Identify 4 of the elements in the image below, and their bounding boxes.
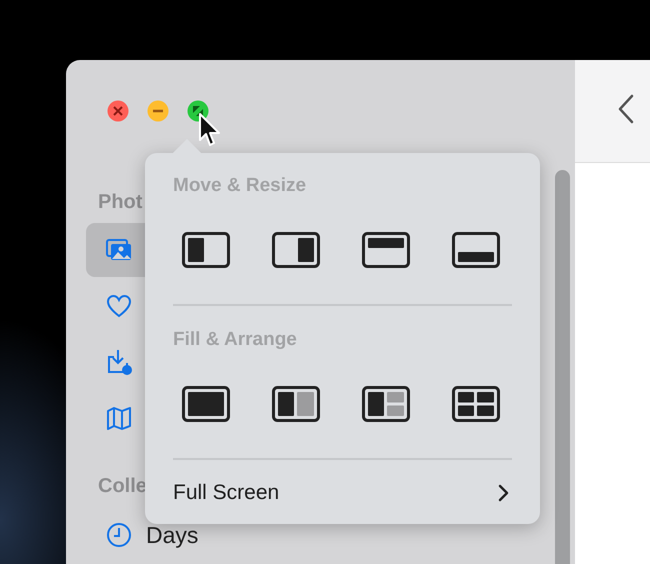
- section-heading: Move & Resize: [173, 175, 308, 197]
- section-heading: Fill & Arrange: [173, 329, 298, 351]
- sidebar-section-title: Colle: [98, 475, 147, 497]
- sidebar-section-title: Phot: [98, 191, 142, 213]
